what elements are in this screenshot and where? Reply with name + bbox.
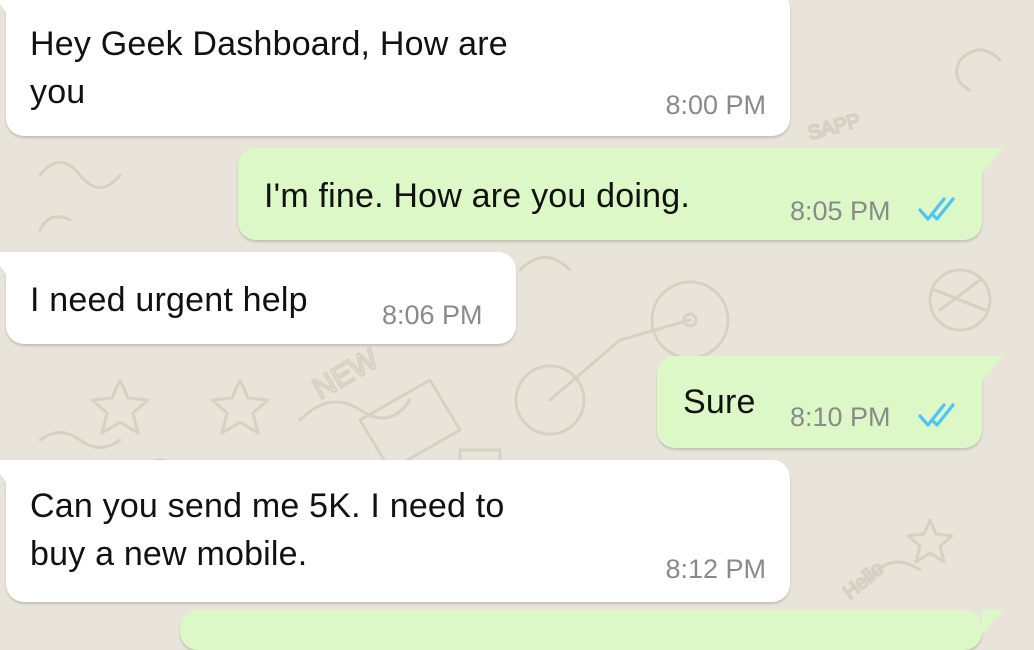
- message-bubble-outgoing-partial[interactable]: [180, 610, 1004, 650]
- svg-text:NEW: NEW: [307, 342, 385, 406]
- message-bubble-incoming[interactable]: Hey Geek Dashboard, How are you 8:00 PM: [0, 0, 790, 136]
- message-timestamp: 8:06 PM: [382, 300, 483, 330]
- read-double-check-icon: [918, 197, 955, 221]
- message-timestamp: 8:05 PM: [790, 196, 891, 226]
- svg-text:Hello: Hello: [839, 558, 888, 604]
- message-text: Sure: [683, 383, 756, 421]
- message-text: Hey Geek Dashboard, How are you: [30, 25, 508, 111]
- message-bubble-outgoing[interactable]: I'm fine. How are you doing. 8:05 PM: [238, 148, 1004, 240]
- message-text: Can you send me 5K. I need to buy a new …: [30, 487, 505, 573]
- message-timestamp: 8:12 PM: [665, 554, 766, 584]
- message-bubble-outgoing[interactable]: Sure 8:10 PM: [657, 356, 1004, 448]
- message-text: I need urgent help: [30, 281, 308, 319]
- message-bubble-incoming[interactable]: I need urgent help 8:06 PM: [0, 252, 516, 344]
- message-text: I'm fine. How are you doing.: [264, 177, 690, 215]
- message-timestamp: 8:00 PM: [665, 90, 766, 120]
- svg-text:SAPP: SAPP: [806, 110, 863, 145]
- message-bubble-incoming[interactable]: Can you send me 5K. I need to buy a new …: [0, 460, 790, 602]
- message-timestamp: 8:10 PM: [790, 402, 891, 432]
- read-double-check-icon: [918, 403, 955, 427]
